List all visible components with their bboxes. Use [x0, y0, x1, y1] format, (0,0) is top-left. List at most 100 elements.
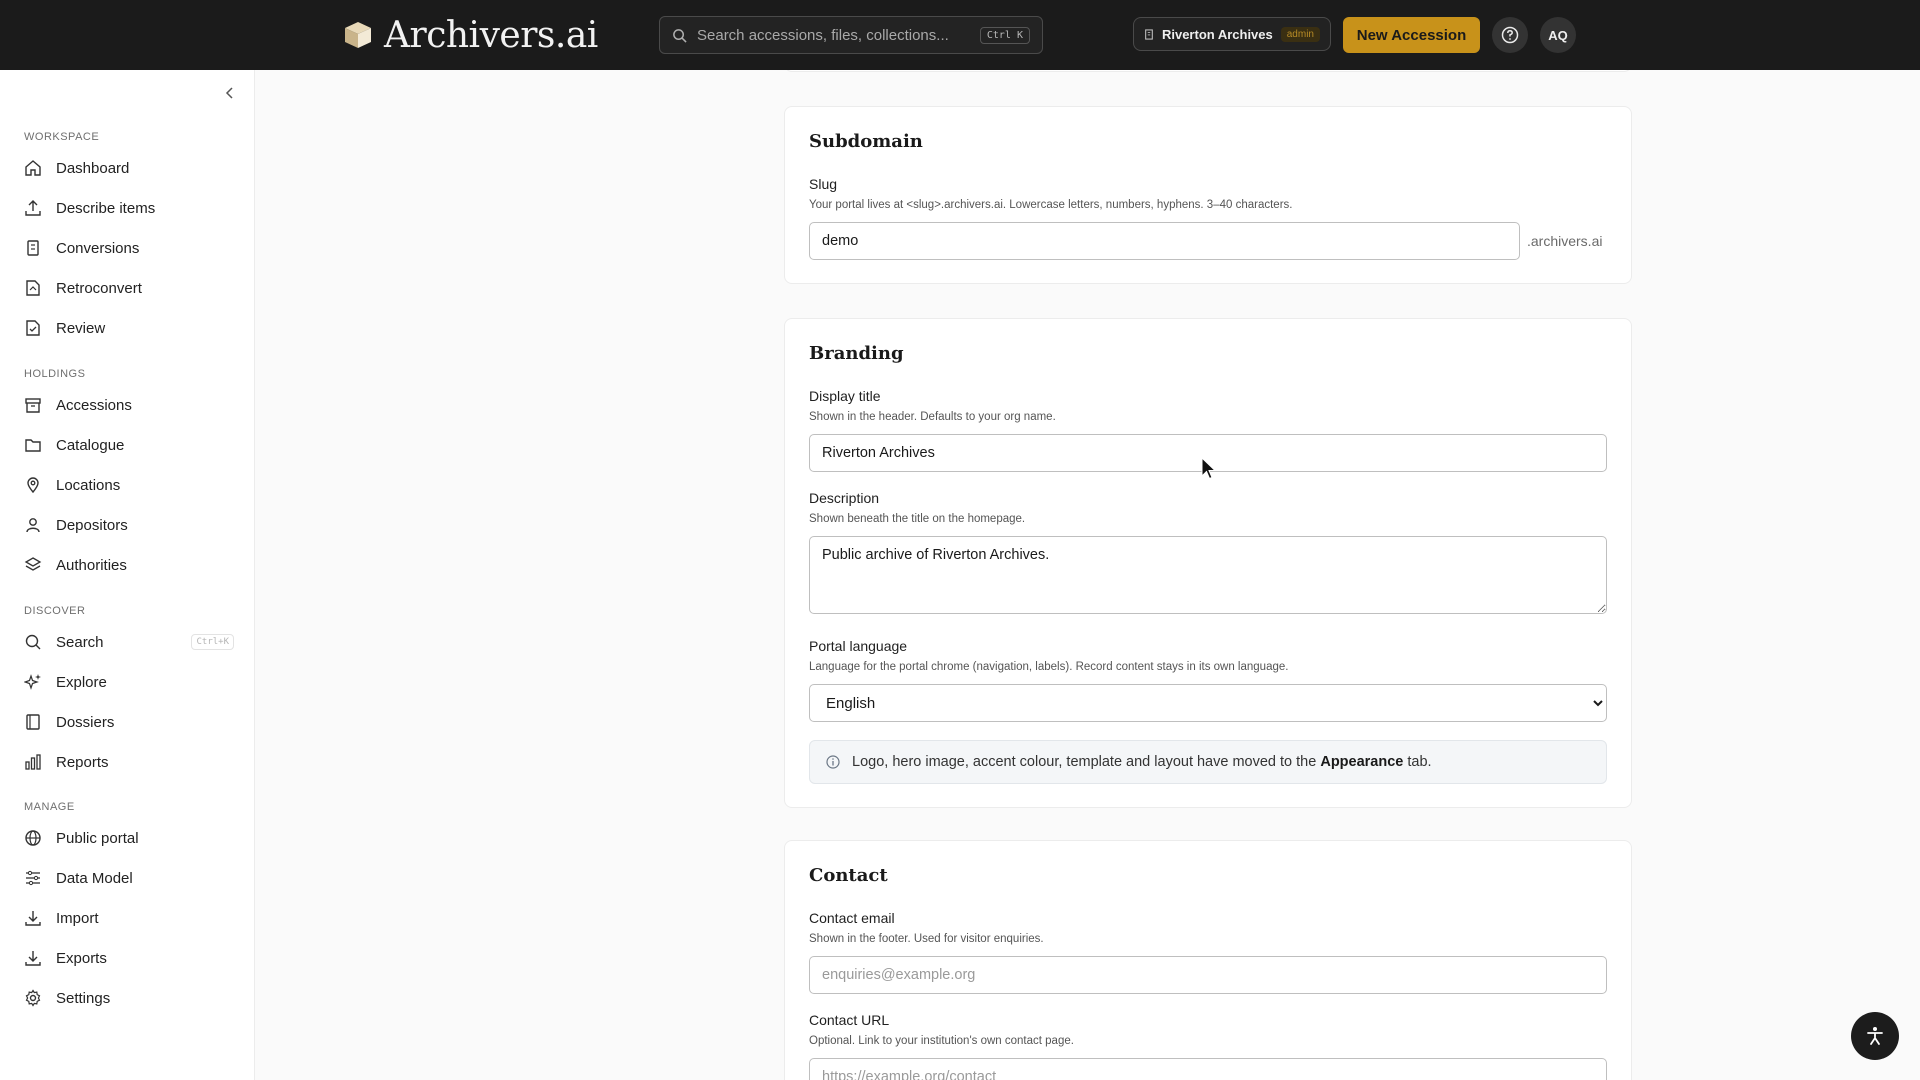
card-title: Contact	[809, 865, 888, 886]
sidebar-item-label: Review	[56, 319, 106, 337]
search-icon	[672, 28, 687, 43]
archive-icon	[25, 398, 41, 413]
sidebar-item-exports[interactable]: Exports	[24, 943, 234, 973]
contact-email-input[interactable]	[809, 956, 1607, 994]
portal-language-select[interactable]: English	[809, 684, 1607, 722]
portal-language-label: Portal language	[809, 638, 908, 654]
sidebar-item-label: Data Model	[56, 869, 133, 887]
sidebar-item-label: Public portal	[56, 829, 139, 847]
description-label: Description	[809, 490, 880, 506]
description-help: Shown beneath the title on the homepage.	[809, 513, 1026, 525]
sidebar-item-label: Exports	[56, 949, 107, 967]
description-textarea[interactable]: Public archive of Riverton Archives.	[809, 536, 1607, 614]
sidebar-item-label: Retroconvert	[56, 279, 142, 297]
sidebar-item-label: Settings	[56, 989, 111, 1007]
convert-icon	[27, 240, 39, 256]
new-accession-button[interactable]: New Accession	[1343, 17, 1480, 53]
globe-icon	[25, 830, 41, 846]
main-content: Subdomain Slug Your portal lives at <slu…	[255, 70, 1920, 1080]
user-avatar[interactable]: AQ	[1540, 17, 1576, 53]
download-icon	[25, 911, 41, 926]
bar-chart-icon	[25, 754, 41, 770]
sidebar-item-label: Dashboard	[56, 159, 130, 177]
info-text: Logo, hero image, accent colour, templat…	[852, 754, 1432, 770]
contact-url-input[interactable]	[809, 1058, 1607, 1080]
slug-help: Your portal lives at <slug>.archivers.ai…	[809, 199, 1293, 211]
search-shortcut: Ctrl K	[979, 26, 1030, 44]
sidebar-item-explore[interactable]: Explore	[24, 667, 234, 697]
subdomain-card: Subdomain Slug Your portal lives at <slu…	[784, 106, 1632, 284]
sidebar-item-depositors[interactable]: Depositors	[24, 510, 234, 540]
contact-email-help: Shown in the footer. Used for visitor en…	[809, 933, 1044, 945]
display-title-help: Shown in the header. Defaults to your or…	[809, 411, 1056, 423]
upload-icon	[25, 200, 41, 216]
section-label-workspace: WORKSPACE	[24, 131, 100, 143]
folder-icon	[25, 439, 41, 452]
sidebar-item-authorities[interactable]: Authorities	[24, 550, 234, 580]
home-icon	[25, 160, 41, 176]
sidebar-item-review[interactable]: Review	[24, 313, 234, 343]
search-shortcut-hint: Ctrl+K	[191, 634, 234, 650]
user-icon	[26, 518, 40, 533]
slug-input[interactable]	[809, 222, 1520, 260]
search-icon	[25, 634, 41, 650]
contact-card: Contact Contact email Shown in the foote…	[784, 840, 1632, 1080]
sidebar-item-data-model[interactable]: Data Model	[24, 863, 234, 893]
card-title: Subdomain	[809, 131, 923, 152]
sparkles-icon	[24, 674, 41, 690]
sidebar-item-reports[interactable]: Reports	[24, 747, 234, 777]
sidebar-item-public-portal[interactable]: Public portal	[24, 823, 234, 853]
contact-url-help: Optional. Link to your institution's own…	[809, 1035, 1074, 1047]
sidebar-item-label: Accessions	[56, 396, 132, 414]
sidebar-item-label: Search	[56, 633, 104, 651]
sidebar-item-accessions[interactable]: Accessions	[24, 390, 234, 420]
branding-card: Branding Display title Shown in the head…	[784, 318, 1632, 808]
book-icon	[26, 714, 40, 730]
sidebar-item-catalogue[interactable]: Catalogue	[24, 430, 234, 460]
sidebar-item-dossiers[interactable]: Dossiers	[24, 707, 234, 737]
sidebar-item-dashboard[interactable]: Dashboard	[24, 153, 234, 183]
display-title-label: Display title	[809, 388, 881, 404]
help-button[interactable]	[1492, 17, 1528, 53]
section-label-holdings: HOLDINGS	[24, 368, 86, 380]
archive-box-icon	[345, 22, 371, 48]
file-check-icon	[26, 320, 40, 336]
contact-email-label: Contact email	[809, 910, 895, 926]
slug-label: Slug	[809, 176, 838, 192]
org-name: Riverton Archives	[1161, 26, 1273, 42]
chevron-left-icon[interactable]	[222, 85, 238, 101]
sidebar-item-settings[interactable]: Settings	[24, 983, 234, 1013]
card-title: Branding	[809, 343, 904, 364]
sidebar-item-locations[interactable]: Locations	[24, 470, 234, 500]
portal-language-help: Language for the portal chrome (navigati…	[809, 661, 1289, 673]
top-bar: Archivers.ai Search accessions, files, c…	[0, 0, 1920, 70]
sidebar-item-describe-items[interactable]: Describe items	[24, 193, 234, 223]
file-convert-icon	[26, 280, 40, 296]
sliders-icon	[26, 870, 40, 886]
org-switcher[interactable]: Riverton Archives admin	[1133, 17, 1331, 51]
sidebar-item-retroconvert[interactable]: Retroconvert	[24, 273, 234, 303]
sidebar-item-label: Catalogue	[56, 436, 125, 454]
sidebar-item-label: Dossiers	[56, 713, 115, 731]
sidebar-item-label: Locations	[56, 476, 121, 494]
sidebar-item-label: Authorities	[56, 556, 127, 574]
appearance-tab-link[interactable]: Appearance	[1320, 754, 1403, 770]
mouse-cursor-icon	[1201, 457, 1217, 480]
sidebar-item-import[interactable]: Import	[24, 903, 234, 933]
section-label-manage: MANAGE	[24, 801, 75, 813]
appearance-info-notice: Logo, hero image, accent colour, templat…	[809, 740, 1607, 784]
sidebar-item-search[interactable]: Search Ctrl+K	[24, 627, 234, 657]
global-search[interactable]: Search accessions, files, collections...…	[659, 16, 1043, 54]
app-name: Archivers.ai	[384, 14, 598, 56]
accessibility-button[interactable]	[1851, 1012, 1899, 1060]
search-placeholder: Search accessions, files, collections...	[697, 26, 949, 44]
sidebar-item-label: Conversions	[56, 239, 140, 257]
previous-card	[784, 70, 1632, 72]
map-pin-icon	[27, 477, 39, 494]
sidebar-item-conversions[interactable]: Conversions	[24, 233, 234, 263]
app-logo[interactable]: Archivers.ai	[342, 14, 598, 56]
sidebar-item-label: Describe items	[56, 199, 156, 217]
gear-icon	[25, 989, 41, 1007]
sidebar-item-label: Explore	[56, 673, 107, 691]
section-label-discover: DISCOVER	[24, 605, 86, 617]
